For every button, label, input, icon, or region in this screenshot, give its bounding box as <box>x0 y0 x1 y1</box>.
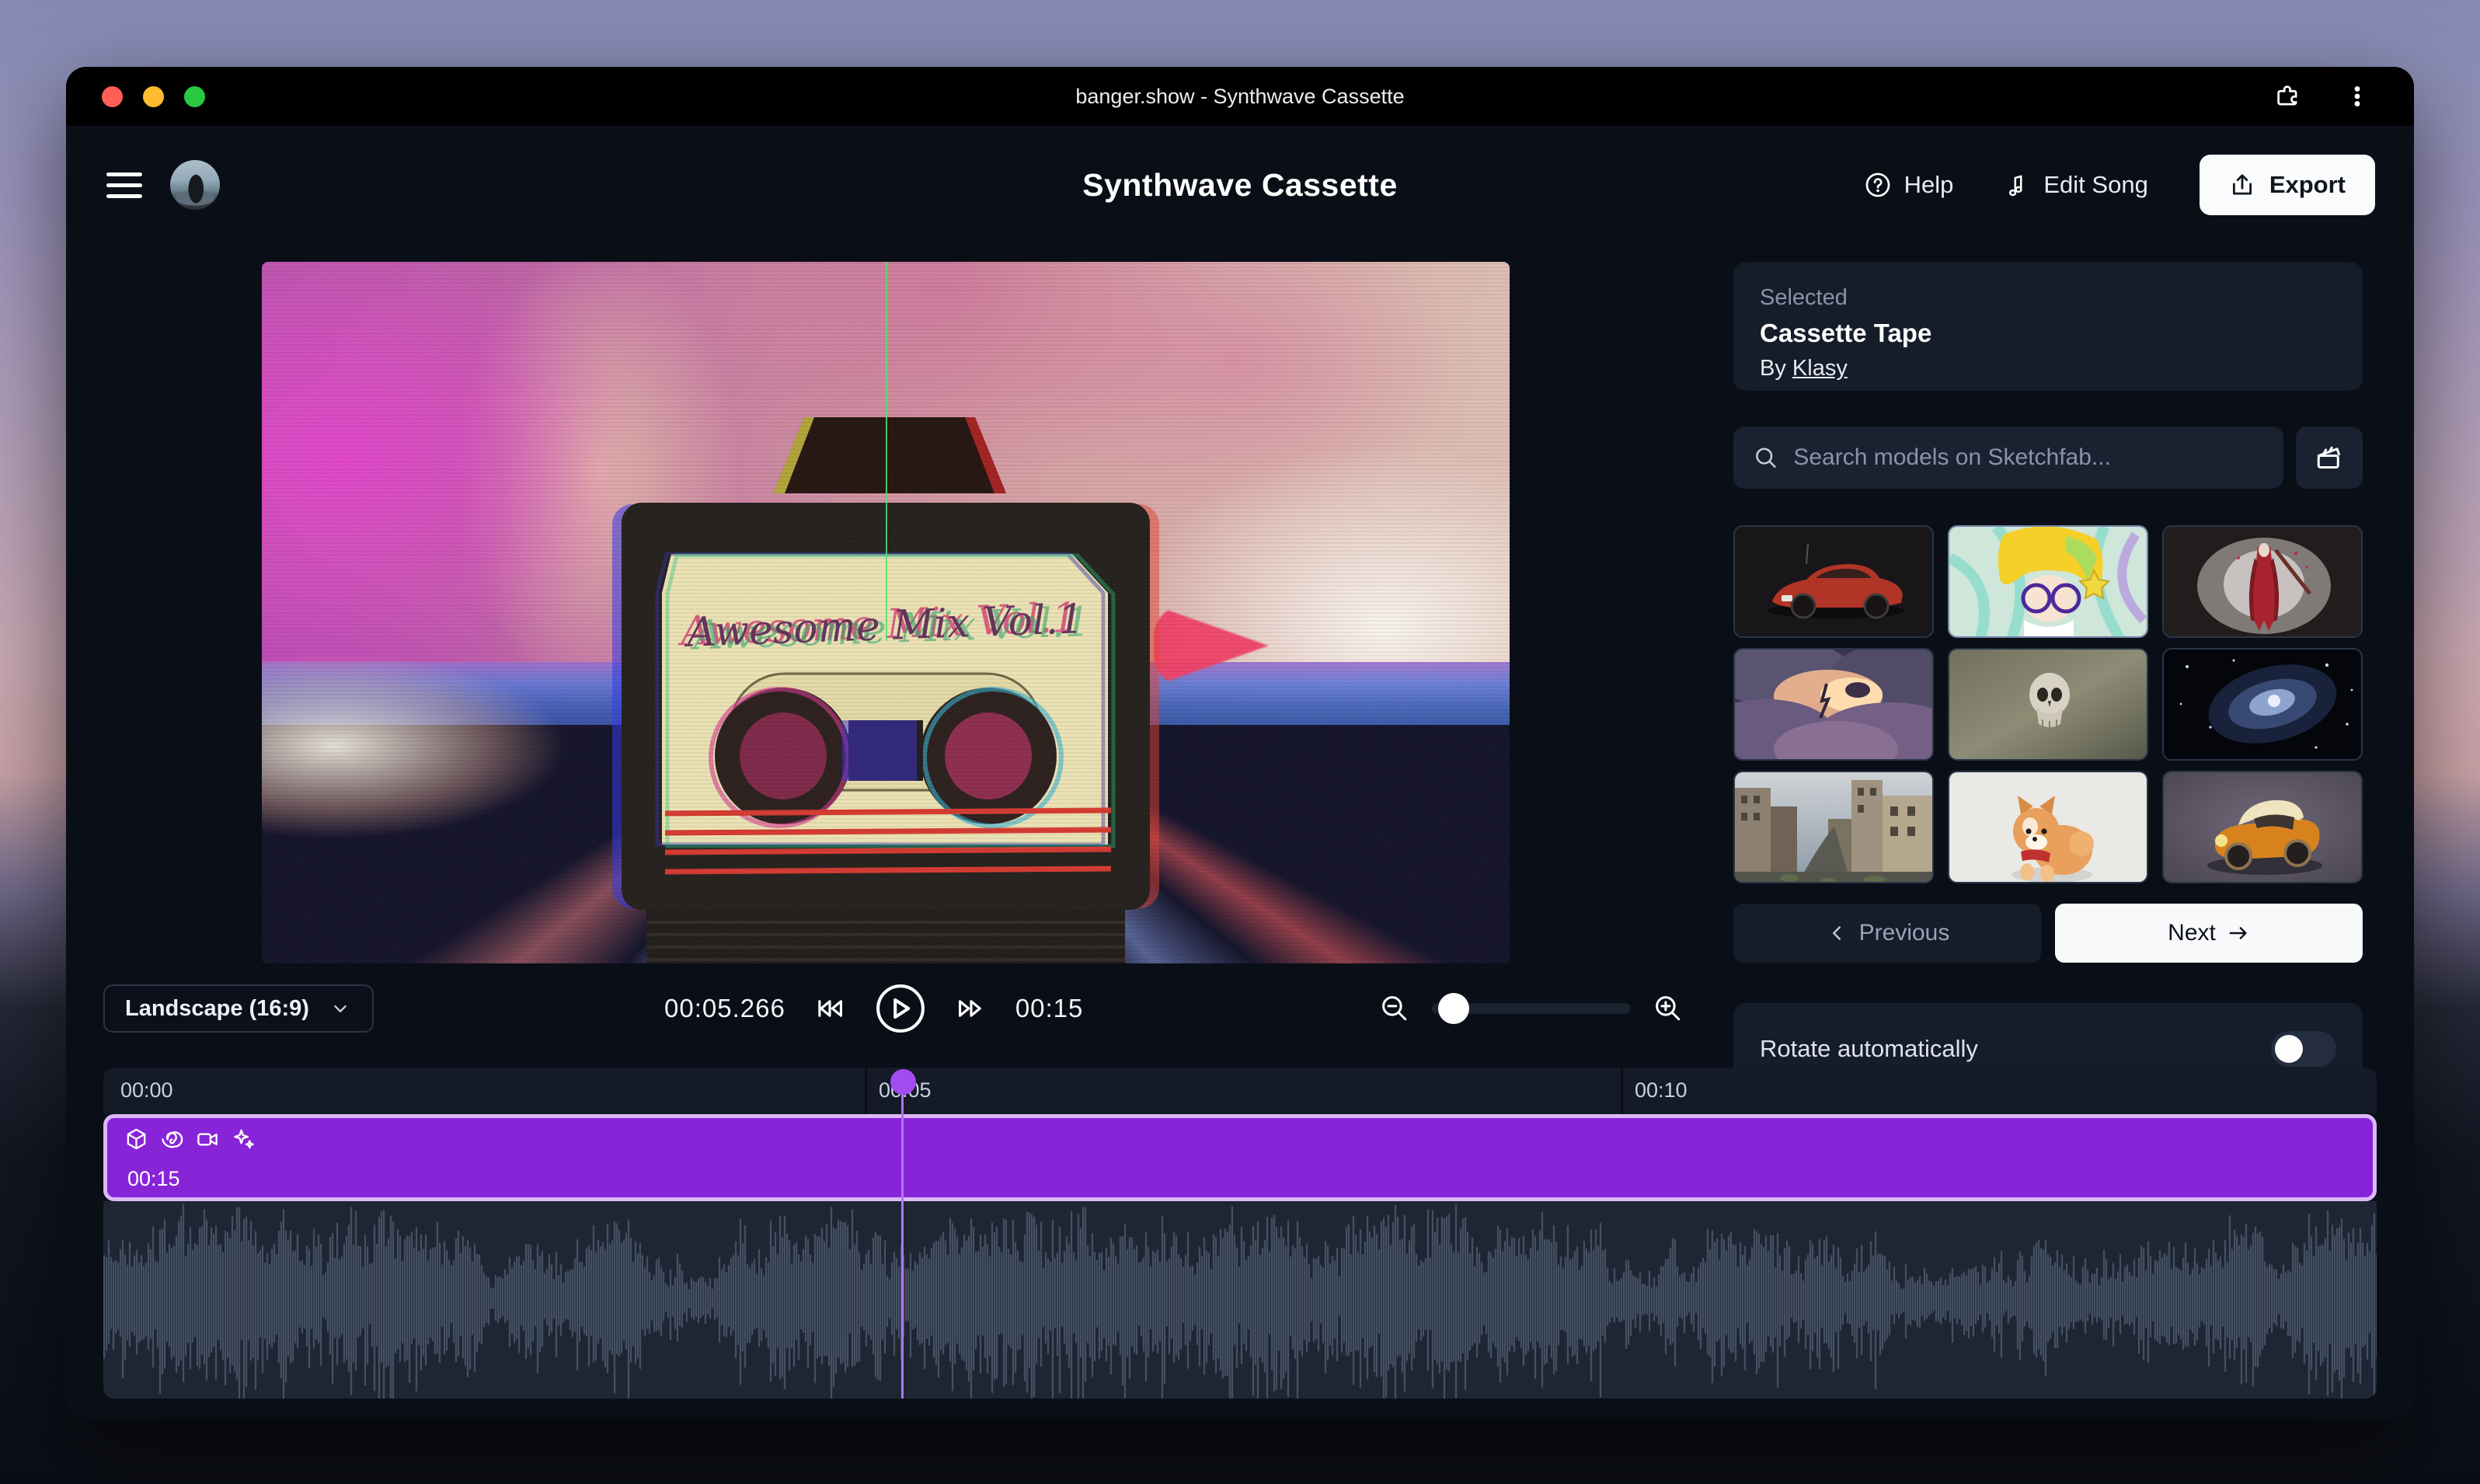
zoom-in-icon[interactable] <box>1653 993 1684 1024</box>
arrow-right-icon <box>2227 921 2250 945</box>
model-thumb-fantasy-warrior[interactable] <box>2162 525 2363 638</box>
playhead-line <box>901 1091 904 1399</box>
video-camera-icon <box>196 1127 220 1151</box>
model-thumb-toy-car[interactable] <box>2162 771 2363 883</box>
model-thumb-red-sports-car[interactable] <box>1733 525 1934 638</box>
ruler-mark-10: 00:10 <box>1635 1078 1688 1103</box>
edit-song-button[interactable]: Edit Song <box>2005 171 2147 199</box>
clapperboard-button[interactable] <box>2296 427 2363 489</box>
app-header: Synthwave Cassette Help Edit Song Export <box>66 126 2414 244</box>
clip-feature-icons <box>124 1127 256 1151</box>
current-time: 00:05.266 <box>664 994 785 1023</box>
transport-controls: 00:05.266 00:15 <box>664 977 1083 1040</box>
model-thumb-storm-clouds[interactable] <box>1733 648 1934 761</box>
3d-box-icon <box>124 1127 148 1151</box>
total-time: 00:15 <box>1015 994 1084 1023</box>
rotate-automatically-label: Rotate automatically <box>1760 1035 1978 1063</box>
audio-waveform-track[interactable] <box>103 1201 2377 1399</box>
rewind-button[interactable] <box>813 992 846 1025</box>
browser-menu-icon[interactable] <box>2344 83 2370 110</box>
next-page-button[interactable]: Next <box>2055 904 2363 963</box>
model-sidebar: Selected Cassette Tape By Klasy <box>1733 262 2363 391</box>
browser-titlebar: banger.show - Synthwave Cassette <box>66 67 2414 126</box>
selected-model-name: Cassette Tape <box>1760 319 2336 348</box>
clapperboard-icon <box>2314 442 2345 473</box>
selected-model-card: Selected Cassette Tape By Klasy <box>1733 262 2363 391</box>
model-thumb-spiral-galaxy[interactable] <box>2162 648 2363 761</box>
help-button[interactable]: Help <box>1864 171 1954 199</box>
sparkles-icon <box>232 1127 256 1151</box>
window-title: banger.show - Synthwave Cassette <box>66 85 2414 109</box>
audio-waveform-canvas <box>103 1201 2377 1399</box>
play-button[interactable] <box>874 982 927 1035</box>
export-icon <box>2229 172 2255 198</box>
app-window: banger.show - Synthwave Cassette Synthwa… <box>66 67 2414 1419</box>
author-link[interactable]: Klasy <box>1792 356 1848 381</box>
previous-page-button[interactable]: Previous <box>1733 904 2041 963</box>
video-preview-canvas[interactable]: Awesome Mix Vol.1 Awesome Mix Vol.1 Awes… <box>262 262 1510 963</box>
fast-forward-button[interactable] <box>955 992 987 1025</box>
arrow-left-icon <box>1825 921 1848 945</box>
help-icon <box>1864 171 1892 199</box>
zoom-out-icon[interactable] <box>1379 993 1410 1024</box>
music-note-icon <box>2005 171 2031 199</box>
zoom-slider-knob[interactable] <box>1438 993 1469 1024</box>
model-thumb-city-street[interactable] <box>1733 771 1934 883</box>
timeline-zoom-controls <box>1379 977 1684 1040</box>
ruler-mark-0: 00:00 <box>120 1078 173 1103</box>
glitch-line <box>886 262 887 641</box>
search-models-box[interactable] <box>1733 427 2283 489</box>
aspect-ratio-dropdown[interactable]: Landscape (16:9) <box>103 984 374 1033</box>
timeline-ruler[interactable]: 00:00 00:05 00:10 <box>103 1068 2377 1114</box>
zoom-slider[interactable] <box>1432 1003 1631 1014</box>
search-icon <box>1754 444 1778 471</box>
playhead-handle[interactable] <box>890 1069 916 1095</box>
rotate-automatically-toggle[interactable] <box>2271 1031 2336 1067</box>
model-thumb-skull[interactable] <box>1948 648 2148 761</box>
model-thumb-anime-girl[interactable] <box>1948 525 2148 638</box>
search-input[interactable] <box>1793 444 2263 471</box>
export-button[interactable]: Export <box>2200 155 2375 215</box>
extensions-icon[interactable] <box>2274 82 2302 110</box>
timeline-clip[interactable]: 00:15 <box>103 1114 2377 1201</box>
model-thumb-shiba-dog[interactable] <box>1948 771 2148 883</box>
ruler-separator <box>1621 1068 1623 1114</box>
clip-duration-label: 00:15 <box>127 1167 180 1191</box>
model-author-line: By Klasy <box>1760 356 2336 381</box>
model-results-grid <box>1733 525 2363 883</box>
chevron-down-icon <box>329 997 352 1020</box>
spiral-icon <box>160 1127 184 1151</box>
ruler-separator <box>865 1068 867 1114</box>
selected-label: Selected <box>1760 285 2336 311</box>
